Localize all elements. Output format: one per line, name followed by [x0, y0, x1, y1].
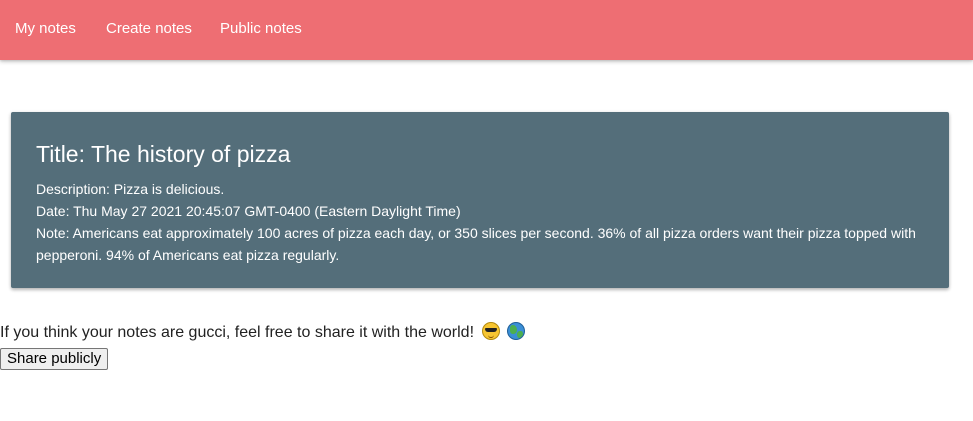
- note-body: Note: Americans eat approximately 100 ac…: [36, 225, 916, 263]
- nav-link-my-notes[interactable]: My notes: [15, 0, 76, 58]
- note-description: Description: Pizza is delicious.: [36, 181, 225, 197]
- share-prompt-text: If you think your notes are gucci, feel …: [0, 324, 475, 341]
- note-title: Title: The history of pizza: [36, 141, 291, 167]
- note-card: Title: The history of pizza Description:…: [11, 112, 949, 288]
- note-date: Date: Thu May 27 2021 20:45:07 GMT-0400 …: [36, 203, 461, 219]
- sunglasses-emoji-icon: [482, 322, 501, 340]
- share-publicly-button[interactable]: Share publicly: [0, 348, 109, 370]
- share-prompt: If you think your notes are gucci, feel …: [0, 322, 525, 344]
- nav-link-public-notes[interactable]: Public notes: [220, 0, 302, 58]
- nav-link-create-notes[interactable]: Create notes: [106, 0, 192, 58]
- navbar: My notes Create notes Public notes: [0, 0, 973, 60]
- globe-emoji-icon: [506, 322, 525, 340]
